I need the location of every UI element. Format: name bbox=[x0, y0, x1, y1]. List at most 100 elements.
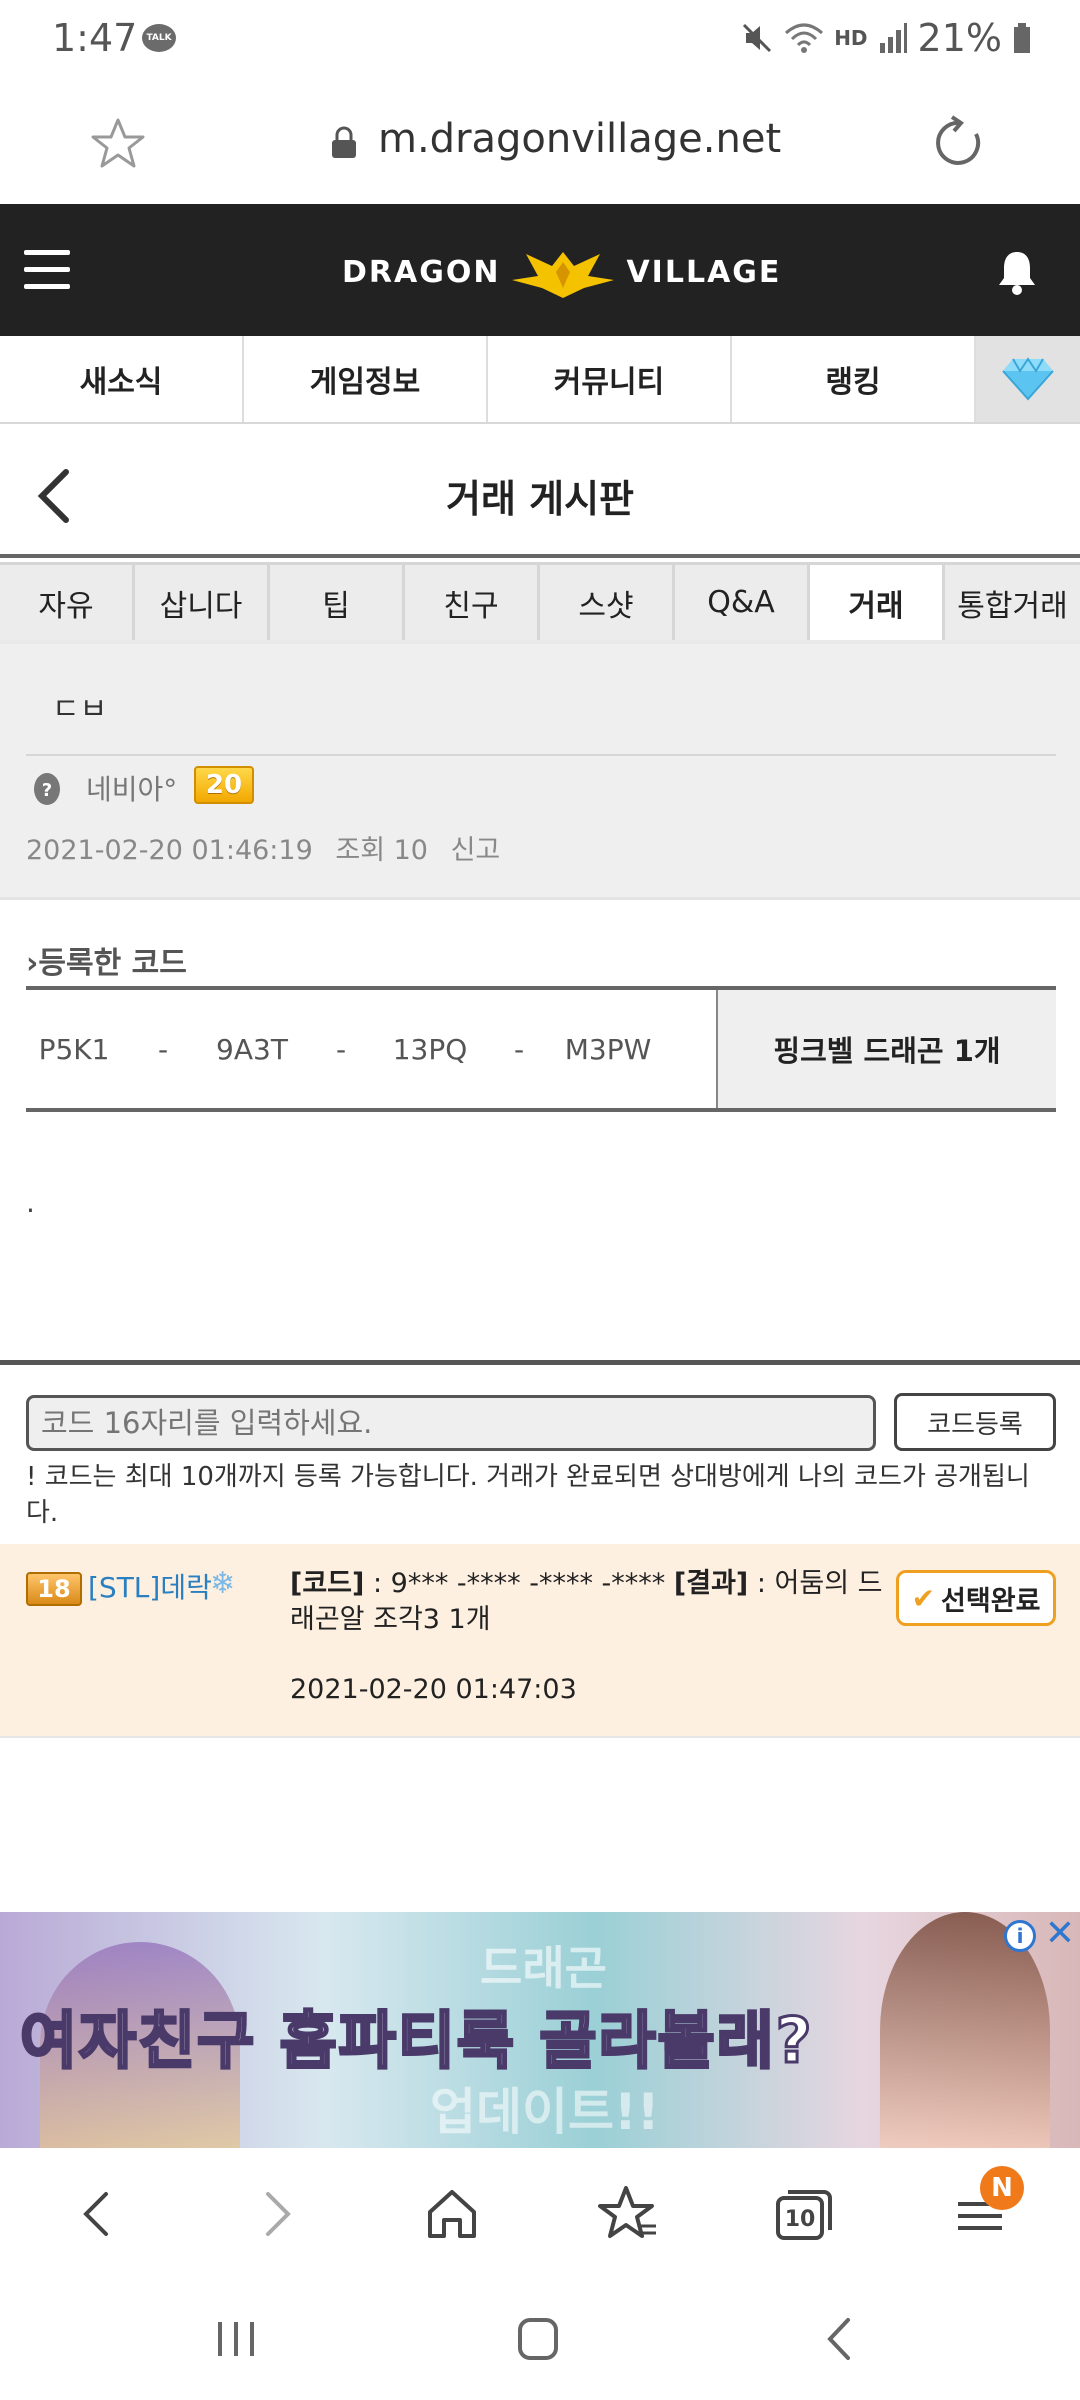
system-back-icon[interactable] bbox=[810, 2314, 870, 2364]
tab-screenshot[interactable]: 스샷 bbox=[540, 562, 675, 640]
notification-bell-icon[interactable] bbox=[994, 248, 1040, 296]
code-part-2: 9A3T bbox=[216, 1032, 288, 1066]
battery-icon bbox=[1014, 23, 1030, 53]
ad-background-text-2: 업데이트!! bbox=[430, 2083, 660, 2141]
code-reward: 핑크벨 드래곤 1개 bbox=[716, 990, 1056, 1108]
post-title: ㄷㅂ bbox=[52, 692, 108, 727]
board-tabs: 자유 삽니다 팁 친구 스샷 Q&A 거래 통합거래 bbox=[0, 562, 1080, 644]
checkmark-icon: ✔ bbox=[911, 1581, 936, 1615]
dragon-village-logo[interactable]: DRAGON VILLAGE bbox=[342, 244, 781, 300]
status-bar: 1:47 TALK HD 21% bbox=[0, 0, 1080, 82]
logo-text-right: VILLAGE bbox=[626, 254, 782, 290]
nav-ranking[interactable]: 랭킹 bbox=[732, 336, 976, 422]
browser-url-bar: m.dragonvillage.net bbox=[0, 82, 1080, 204]
egg-avatar-icon: ? bbox=[34, 773, 60, 805]
code-input[interactable] bbox=[26, 1395, 876, 1451]
tab-qna[interactable]: Q&A bbox=[675, 562, 810, 640]
code-separator: - bbox=[513, 1032, 525, 1066]
commenter-level-badge: 18 bbox=[26, 1572, 82, 1606]
nav-news[interactable]: 새소식 bbox=[0, 336, 244, 422]
ad-banner[interactable]: 드래곤 업데이트!! 여자친구 홈파티룩 골라볼래? i ✕ bbox=[0, 1912, 1080, 2148]
post-views: 조회 10 bbox=[335, 835, 428, 866]
ad-headline: 여자친구 홈파티룩 골라볼래? bbox=[19, 2003, 814, 2079]
comment-date: 2021-02-20 01:47:03 bbox=[290, 1674, 577, 1705]
chevron-right-icon: › bbox=[26, 946, 39, 981]
status-time: 1:47 bbox=[52, 16, 138, 60]
author-name[interactable]: 네비아° bbox=[86, 768, 177, 808]
code-register-button[interactable]: 코드등록 bbox=[894, 1393, 1056, 1451]
select-complete-label: 선택완료 bbox=[941, 1585, 1041, 1617]
lock-icon bbox=[332, 126, 356, 158]
tab-integrated-trade[interactable]: 통합거래 bbox=[945, 562, 1080, 640]
tab-tip[interactable]: 팁 bbox=[270, 562, 405, 640]
ad-background-text: 드래곤 bbox=[480, 1941, 607, 1995]
post-meta: 2021-02-20 01:46:19 조회 10 신고 bbox=[26, 828, 514, 867]
bookmark-star-icon[interactable] bbox=[90, 116, 146, 172]
post-body: . bbox=[26, 1186, 35, 1219]
report-link[interactable]: 신고 bbox=[451, 835, 501, 866]
logo-text-left: DRAGON bbox=[342, 254, 501, 290]
code-section-title: ›등록한 코드 bbox=[26, 938, 187, 982]
code-separator: - bbox=[335, 1032, 347, 1066]
ad-close-icon[interactable]: ✕ bbox=[1044, 1916, 1076, 1952]
tabs-icon: 10 bbox=[776, 2190, 832, 2240]
author-level-badge: 20 bbox=[194, 766, 254, 804]
recent-apps-icon[interactable] bbox=[206, 2314, 266, 2364]
svg-text:?: ? bbox=[42, 780, 52, 801]
code-value: : 9*** -**** -**** -**** bbox=[364, 1568, 666, 1599]
site-header: DRAGON VILLAGE bbox=[0, 204, 1080, 336]
divider bbox=[26, 754, 1056, 756]
comment-item: 18 [STL]데락 ❄ [코드] : 9*** -**** -**** -**… bbox=[0, 1544, 1080, 1738]
diamond-icon bbox=[1002, 357, 1054, 401]
main-nav: 새소식 게임정보 커뮤니티 랭킹 bbox=[0, 336, 1080, 424]
dragon-emblem-icon bbox=[512, 252, 615, 298]
comment-text: [코드] : 9*** -**** -**** -**** [결과] : 어둠의… bbox=[290, 1566, 890, 1638]
tab-friend[interactable]: 친구 bbox=[405, 562, 540, 640]
code-input-section: 코드등록 ! 코드는 최대 10개까지 등록 가능합니다. 거래가 완료되면 상… bbox=[0, 1360, 1080, 1540]
ad-info-icon[interactable]: i bbox=[1004, 1920, 1036, 1952]
select-complete-button[interactable]: ✔ 선택완료 bbox=[896, 1570, 1056, 1626]
status-icons: HD 21% bbox=[740, 16, 1032, 60]
hamburger-menu-icon[interactable] bbox=[24, 250, 70, 290]
wifi-icon bbox=[785, 23, 824, 53]
system-navigation-bar bbox=[0, 2278, 1080, 2400]
post-header: ㄷㅂ ? 네비아° 20 2021-02-20 01:46:19 조회 10 신… bbox=[0, 644, 1080, 900]
tab-free[interactable]: 자유 bbox=[0, 562, 135, 640]
battery-percent: 21% bbox=[917, 16, 1002, 60]
code-label: [코드] bbox=[290, 1568, 365, 1599]
snowflake-icon: ❄ bbox=[210, 1566, 236, 1601]
registered-code-table: P5K1 - 9A3T - 13PQ - M3PW 핑크벨 드래곤 1개 bbox=[26, 986, 1056, 1112]
kakaotalk-notification-icon: TALK bbox=[142, 24, 176, 52]
mute-icon bbox=[743, 23, 772, 53]
browser-forward-icon[interactable] bbox=[244, 2182, 308, 2246]
code-notice: ! 코드는 최대 10개까지 등록 가능합니다. 거래가 완료되면 상대방에게 … bbox=[26, 1462, 1030, 1528]
url-text[interactable]: m.dragonvillage.net bbox=[378, 116, 781, 162]
nav-game-info[interactable]: 게임정보 bbox=[244, 336, 488, 422]
page-title-bar: 거래 게시판 bbox=[0, 424, 1080, 558]
tabs-button[interactable]: 10 bbox=[772, 2182, 836, 2246]
nav-gem[interactable] bbox=[976, 336, 1080, 422]
code-parts: P5K1 - 9A3T - 13PQ - M3PW bbox=[26, 990, 716, 1108]
browser-back-icon[interactable] bbox=[66, 2182, 130, 2246]
home-square-icon[interactable] bbox=[508, 2314, 568, 2364]
code-separator: - bbox=[157, 1032, 169, 1066]
post-date: 2021-02-20 01:46:19 bbox=[26, 835, 313, 866]
code-section-label: 등록한 코드 bbox=[38, 946, 187, 981]
menu-notification-badge: N bbox=[980, 2166, 1024, 2210]
reload-icon[interactable] bbox=[930, 114, 988, 172]
code-part-3: 13PQ bbox=[392, 1032, 468, 1066]
page-title: 거래 게시판 bbox=[445, 477, 635, 521]
code-part-4: M3PW bbox=[564, 1032, 652, 1066]
bookmarks-star-icon[interactable] bbox=[596, 2182, 660, 2246]
result-label: [결과] bbox=[673, 1568, 749, 1599]
tab-count: 10 bbox=[785, 2207, 816, 2232]
tab-buy[interactable]: 삽니다 bbox=[135, 562, 270, 640]
browser-bottom-bar: 10 N bbox=[0, 2148, 1080, 2278]
nav-community[interactable]: 커뮤니티 bbox=[488, 336, 732, 422]
tab-trade[interactable]: 거래 bbox=[810, 562, 945, 640]
signal-icon bbox=[879, 23, 907, 53]
commenter-name[interactable]: [STL]데락 bbox=[88, 1566, 212, 1606]
home-icon[interactable] bbox=[420, 2182, 484, 2246]
hd-voice-label: HD bbox=[834, 26, 868, 50]
code-part-1: P5K1 bbox=[38, 1032, 110, 1066]
